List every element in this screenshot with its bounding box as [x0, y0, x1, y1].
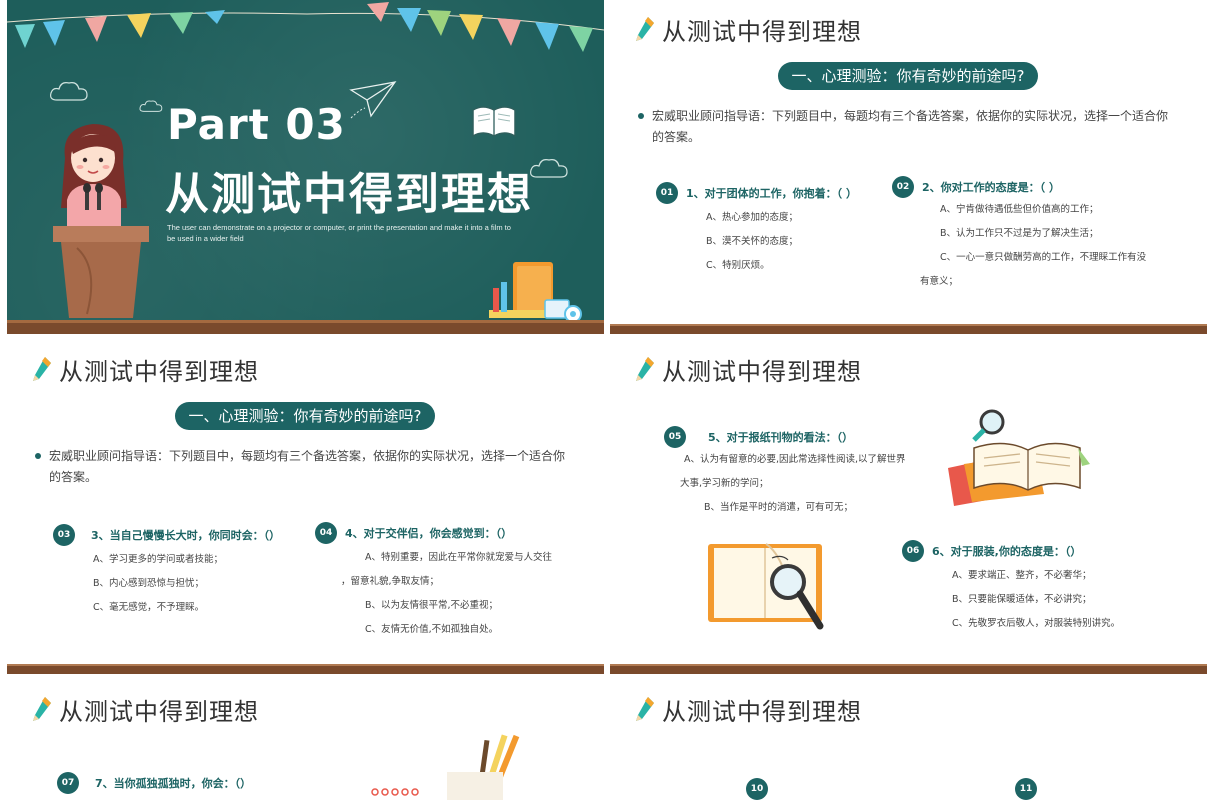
slide-title: 从测试中得到理想 — [59, 358, 259, 386]
slide-quiz-3[interactable]: 从测试中得到理想 05 5、对于报纸刊物的看法：（） A、认为有留意的必要,因此… — [610, 340, 1207, 674]
question-text: 5、对于报纸刊物的看法：（） — [708, 431, 854, 444]
slide-main-title: 从测试中得到理想 — [165, 169, 533, 220]
slide-header: 从测试中得到理想 — [634, 352, 862, 387]
question-block[interactable]: 02 2、你对工作的态度是：（ ） A、宁肯做待遇低些但价值高的工作； B、认为… — [892, 176, 1146, 294]
part-number: Part 03 — [167, 100, 346, 149]
answer-option[interactable]: B、内心感到恐惊与担忧； — [93, 572, 280, 596]
answer-option[interactable]: C、先敬罗衣后敬人，对服装特别讲究。 — [952, 612, 1120, 636]
slide-title: 从测试中得到理想 — [662, 18, 862, 46]
slide-title: 从测试中得到理想 — [662, 698, 862, 726]
answer-option-continued: 大事,学习新的学问； — [680, 478, 769, 489]
slide-header: 从测试中得到理想 — [31, 692, 259, 727]
pencil-icon — [636, 356, 654, 381]
answer-option[interactable]: B、漠不关怀的态度； — [706, 230, 857, 254]
answer-option[interactable]: A、认为有留意的必要,因此常选择性阅读,以了解世界 — [684, 448, 906, 472]
answer-option[interactable]: B、只要能保暖适体，不必讲究； — [952, 588, 1120, 612]
teacher-illustration — [53, 124, 149, 318]
section-heading: 一、心理测验：你有奇妙的前途吗? — [175, 402, 435, 430]
answer-option[interactable]: C、友情无价值,不如孤独自处。 — [365, 618, 552, 642]
instruction-text: 宏威职业顾问指导语：下列题目中，每题均有三个备选答案，依据你的实际状况，选择一个… — [35, 446, 575, 488]
answer-option[interactable]: A、宁肯做待遇低些但价值高的工作； — [940, 198, 1146, 222]
slide-bottom-bar — [7, 664, 604, 674]
cloud-icon — [530, 159, 568, 178]
paper-plane-icon — [349, 81, 397, 119]
question-block[interactable]: 06 6、对于服装,你的态度是：（） A、要求端正、整齐，不必奢华； B、只要能… — [902, 540, 1120, 636]
instruction-text: 宏威职业顾问指导语：下列题目中，每题均有三个备选答案，依据你的实际状况，选择一个… — [638, 106, 1178, 148]
question-block[interactable]: 05 5、对于报纸刊物的看法：（） A、认为有留意的必要,因此常选择性阅读,以了… — [664, 426, 906, 520]
slide-quiz-2[interactable]: 从测试中得到理想 一、心理测验：你有奇妙的前途吗? 宏威职业顾问指导语：下列题目… — [7, 340, 604, 674]
question-block[interactable]: 07 7、当你孤独孤独时，你会：（） — [57, 772, 251, 794]
question-text: 7、当你孤独孤独时，你会：（） — [95, 777, 252, 790]
question-block[interactable]: 04 4、对于交伴侣，你会感觉到：（） A、特别重要，因此在平常你就宠爱与人交往… — [315, 522, 552, 642]
answer-option[interactable]: C、一心一意只做酬劳高的工作，不理睬工作有没 — [940, 246, 1146, 270]
answer-option[interactable]: A、要求端正、整齐，不必奢华； — [952, 564, 1120, 588]
question-text: 3、当自己慢慢长大时，你同时会：（） — [91, 529, 281, 542]
slide-header: 从测试中得到理想 — [31, 352, 259, 387]
slide-quiz-1[interactable]: 从测试中得到理想 一、心理测验：你有奇妙的前途吗? 宏威职业顾问指导语：下列题目… — [610, 0, 1207, 334]
question-number-badge: 10 — [746, 778, 768, 800]
answer-option[interactable]: A、学习更多的学问或者技能； — [93, 548, 280, 572]
answer-option[interactable]: B、以为友情很平常,不必重视； — [365, 594, 552, 618]
question-block[interactable]: 01 1、对于团体的工作，你抱着：（ ） A、热心参加的态度； B、漠不关怀的态… — [656, 182, 857, 278]
book-magnifier-illustration — [708, 543, 824, 630]
pencil-icon — [33, 356, 51, 381]
books-magnifier-illustration — [948, 409, 1090, 506]
question-text: 2、你对工作的态度是：（ ） — [922, 181, 1060, 194]
question-number-badge: 02 — [892, 176, 914, 198]
answer-option[interactable]: A、特别重要，因此在平常你就宠爱与人交往 — [365, 546, 552, 570]
question-text: 4、对于交伴侣，你会感觉到：（） — [345, 527, 513, 540]
question-number-badge: 05 — [664, 426, 686, 448]
slide-title: 从测试中得到理想 — [662, 358, 862, 386]
pencil-icon — [636, 696, 654, 721]
question-number-badge: 06 — [902, 540, 924, 562]
question-text: 1、对于团体的工作，你抱着：（ ） — [686, 187, 857, 200]
answer-option[interactable]: B、认为工作只不过是为了解决生活； — [940, 222, 1146, 246]
section-heading: 一、心理测验：你有奇妙的前途吗? — [778, 62, 1038, 90]
slide-title: 从测试中得到理想 — [59, 698, 259, 726]
answer-option[interactable]: C、特别厌烦。 — [706, 254, 857, 278]
slide-title-card[interactable]: Part 03 从测试中得到理想 The user can demonstrat… — [7, 0, 604, 334]
slide-bottom-bar — [610, 664, 1207, 674]
slide-quiz-5[interactable]: 从测试中得到理想 10 11 — [610, 680, 1207, 800]
slide-bottom-bar — [610, 324, 1207, 334]
pencil-cup-illustration — [371, 734, 520, 800]
cloud-icon — [50, 82, 88, 101]
question-number-badge: 01 — [656, 182, 678, 204]
cloud-icon — [139, 100, 163, 112]
question-number-badge: 03 — [53, 524, 75, 546]
pencil-icon — [636, 16, 654, 41]
question-number-badge: 11 — [1015, 778, 1037, 800]
chalkboard-ledge — [7, 320, 604, 334]
question-block[interactable]: 03 3、当自己慢慢长大时，你同时会：（） A、学习更多的学问或者技能； B、内… — [53, 524, 280, 620]
slide-header: 从测试中得到理想 — [634, 692, 862, 727]
question-number-badge: 07 — [57, 772, 79, 794]
slide-description: The user can demonstrate on a projector … — [167, 223, 511, 243]
slide-header: 从测试中得到理想 — [634, 12, 862, 47]
answer-option[interactable]: A、热心参加的态度； — [706, 206, 857, 230]
pencil-icon — [33, 696, 51, 721]
open-book-icon — [472, 106, 516, 138]
question-text: 6、对于服装,你的态度是：（） — [932, 545, 1082, 558]
bunting-decoration — [7, 2, 604, 52]
answer-option-continued: ，留意礼貌,争取友情； — [341, 576, 440, 587]
answer-option[interactable]: B、当作是平时的消遣，可有可无； — [704, 496, 906, 520]
slide-quiz-4[interactable]: 从测试中得到理想 07 7、当你孤独孤独时，你会：（） — [7, 680, 604, 800]
answer-option-continued: 有意义； — [920, 276, 959, 287]
answer-option[interactable]: C、毫无感觉，不予理睬。 — [93, 596, 280, 620]
question-number-badge: 04 — [315, 522, 337, 544]
stationery-illustration — [489, 262, 582, 323]
